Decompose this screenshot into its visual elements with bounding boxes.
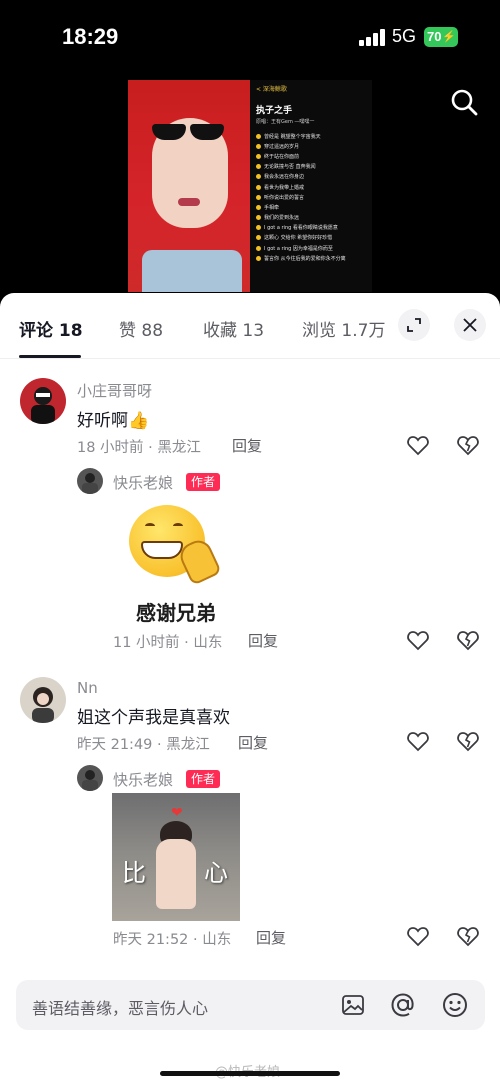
image-icon[interactable] bbox=[341, 993, 365, 1017]
close-icon bbox=[463, 318, 477, 332]
like-heart-icon[interactable] bbox=[406, 628, 430, 652]
sticker-word-right: 心 bbox=[204, 859, 228, 887]
lyric-line: 看世为我带上婚戒 bbox=[256, 182, 366, 192]
comment-text-body: 好听啊 bbox=[77, 411, 128, 431]
lyric-line: 听你说出爱的誓言 bbox=[256, 192, 366, 202]
lyric-line: I got a ring 看看你眼睛说我愿意 bbox=[256, 223, 366, 233]
sticker-caption: 感谢兄弟 bbox=[136, 601, 216, 625]
home-indicator[interactable] bbox=[160, 1071, 340, 1076]
avatar[interactable] bbox=[20, 677, 66, 723]
lyric-line: I got a ring 因为幸福是你而至 bbox=[256, 243, 366, 253]
dislike-heart-icon[interactable] bbox=[456, 628, 480, 652]
reply-username[interactable]: 快乐老娘 bbox=[113, 769, 173, 790]
video-preview[interactable]: < 深海鲸歌 执子之手 原唱：王有Gem —嘿嘿一 曾经是 眺望整个宇宙我天 穿… bbox=[128, 80, 372, 292]
tab-indicator bbox=[19, 355, 81, 358]
thanks-sticker[interactable]: 感谢兄弟 bbox=[123, 501, 229, 625]
tab-bar: 评论 18 赞 88 收藏 13 浏览 1.7万 bbox=[0, 293, 500, 359]
author-badge: 作者 bbox=[186, 473, 221, 491]
comment-sheet: 评论 18 赞 88 收藏 13 浏览 1.7万 小庄哥哥呀 好听啊👍 18 小… bbox=[0, 293, 500, 1084]
avatar[interactable] bbox=[77, 468, 103, 494]
comment-meta: 昨天 21:49 · 黑龙江 bbox=[77, 737, 210, 753]
reply-button[interactable]: 回复 bbox=[248, 630, 278, 651]
avatar[interactable] bbox=[20, 378, 66, 424]
status-time: 18:29 bbox=[62, 24, 119, 49]
dislike-heart-icon[interactable] bbox=[456, 924, 480, 948]
reply-meta: 11 小时前 · 山东 bbox=[113, 635, 223, 651]
lyrics-panel: < 深海鲸歌 执子之手 原唱：王有Gem —嘿嘿一 曾经是 眺望整个宇宙我天 穿… bbox=[250, 80, 372, 292]
lyric-line: 手相牵 bbox=[256, 202, 366, 212]
reply-button[interactable]: 回复 bbox=[256, 927, 286, 948]
sticker-word-left: 比 bbox=[122, 859, 146, 887]
lyric-line: 穿过遥远的岁月 bbox=[256, 141, 366, 151]
like-heart-icon[interactable] bbox=[406, 433, 430, 457]
like-heart-icon[interactable] bbox=[406, 924, 430, 948]
lyric-line: 曾经是 眺望整个宇宙我天 bbox=[256, 131, 366, 141]
comment-text: 好听啊👍 bbox=[77, 406, 149, 431]
tab-comments[interactable]: 评论 18 bbox=[19, 316, 83, 341]
battery-icon: 70 ⚡ bbox=[424, 27, 458, 47]
like-heart-icon[interactable] bbox=[406, 729, 430, 753]
comment-input[interactable]: 善语结善缘，恶言伤人心 bbox=[16, 980, 485, 1030]
status-bar: 18:29 5G 70 ⚡ bbox=[0, 0, 500, 76]
expand-icon bbox=[407, 318, 421, 332]
signal-icon bbox=[359, 29, 385, 46]
lyrics-back: < 深海鲸歌 bbox=[256, 86, 287, 93]
reply-button[interactable]: 回复 bbox=[238, 732, 268, 753]
mention-icon[interactable] bbox=[390, 992, 416, 1018]
search-icon[interactable] bbox=[450, 88, 478, 116]
tab-views[interactable]: 浏览 1.7万 bbox=[302, 316, 385, 341]
comment-input-placeholder: 善语结善缘，恶言伤人心 bbox=[32, 999, 209, 1018]
dislike-heart-icon[interactable] bbox=[456, 729, 480, 753]
dislike-heart-icon[interactable] bbox=[456, 433, 480, 457]
reply-button[interactable]: 回复 bbox=[232, 435, 262, 456]
comment-username[interactable]: Nn bbox=[77, 679, 98, 697]
tab-favorites[interactable]: 收藏 13 bbox=[203, 316, 264, 341]
song-title: 执子之手 bbox=[256, 106, 293, 116]
avatar[interactable] bbox=[77, 765, 103, 791]
video-photo bbox=[128, 80, 250, 292]
comment-text: 姐这个声我是真喜欢 bbox=[77, 708, 230, 728]
reply-meta: 昨天 21:52 · 山东 bbox=[113, 932, 232, 948]
close-button[interactable] bbox=[454, 309, 486, 341]
song-artist: 原唱：王有Gem —嘿嘿一 bbox=[256, 119, 315, 125]
tab-likes[interactable]: 赞 88 bbox=[119, 316, 163, 341]
author-badge: 作者 bbox=[186, 770, 221, 788]
lyric-line: 这颗心 交给你 希望你好好珍惜 bbox=[256, 233, 366, 243]
comment-meta: 18 小时前 · 黑龙江 bbox=[77, 440, 201, 456]
lyric-line: 我会永远在你身边 bbox=[256, 172, 366, 182]
lyric-line: 无论跌撞与否 直奔我闻 bbox=[256, 162, 366, 172]
battery-level: 70 bbox=[427, 29, 442, 44]
comment-username[interactable]: 小庄哥哥呀 bbox=[77, 380, 152, 401]
expand-button[interactable] bbox=[398, 309, 430, 341]
lyric-line: 终于站在你面前 bbox=[256, 151, 366, 161]
thumbs-up-emoji: 👍 bbox=[128, 411, 150, 431]
heart-icon: ❤ bbox=[171, 805, 183, 821]
lyric-line: 誓言你 从今往后我的爱和你永不分离 bbox=[256, 253, 366, 263]
emoji-icon[interactable] bbox=[442, 992, 468, 1018]
heart-sticker[interactable]: ❤ 比 心 bbox=[112, 793, 240, 921]
reply-username[interactable]: 快乐老娘 bbox=[113, 472, 173, 493]
network-type: 5G bbox=[392, 26, 417, 46]
lyric-line: 我们的爱到永远 bbox=[256, 213, 366, 223]
